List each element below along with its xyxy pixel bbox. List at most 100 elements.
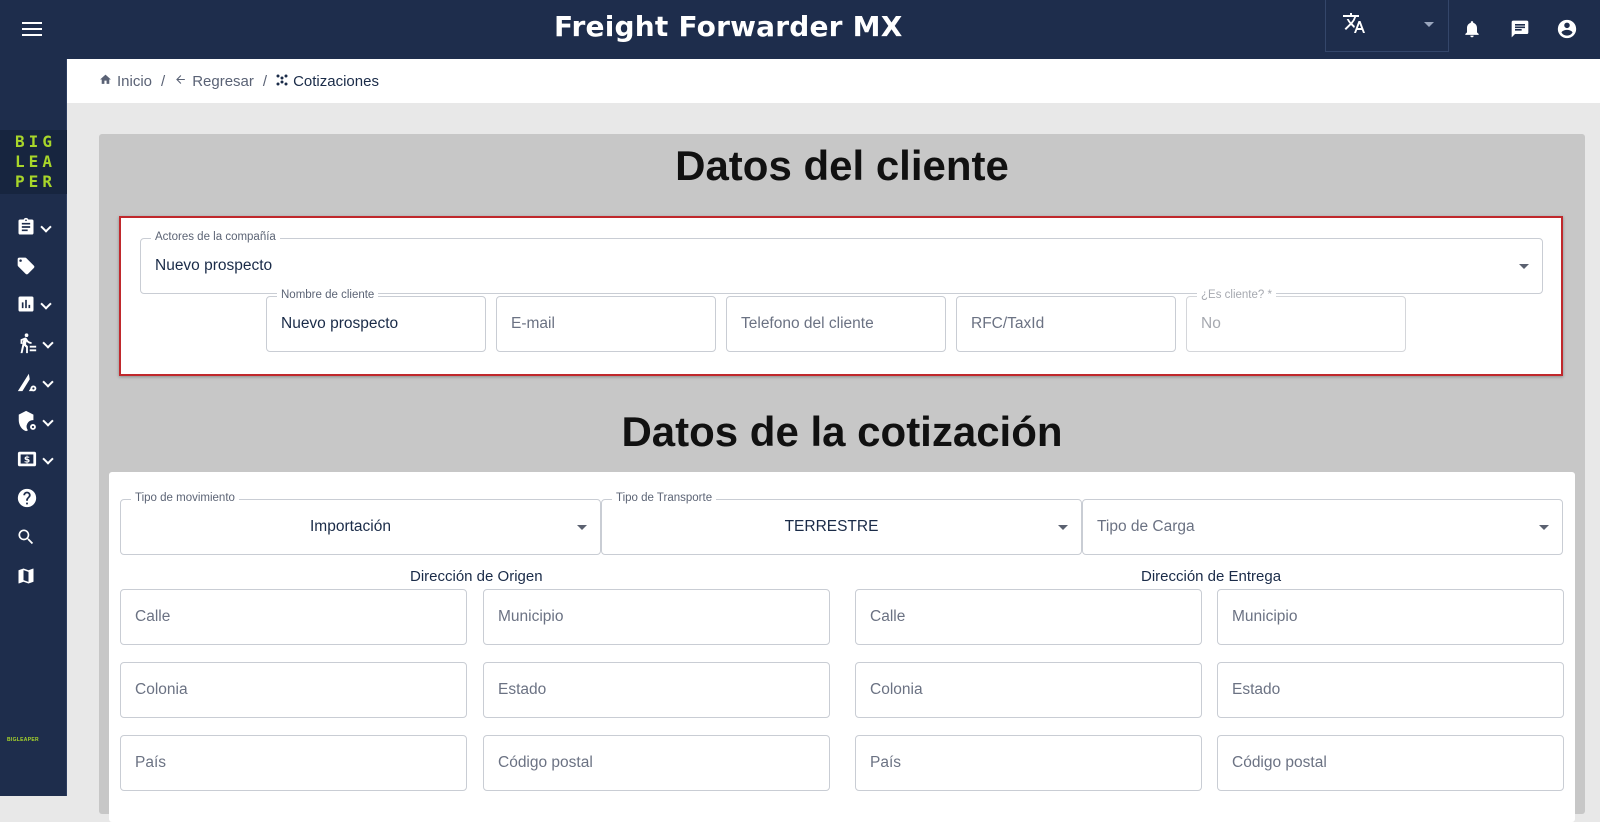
- field-value: Importación: [310, 518, 391, 535]
- delivery-country-field[interactable]: País: [855, 735, 1202, 791]
- field-placeholder: Calle: [870, 608, 906, 625]
- chevron-down-icon: [42, 453, 54, 465]
- field-placeholder: Estado: [498, 681, 547, 698]
- chevron-down-icon: [42, 337, 54, 349]
- help-icon: [16, 487, 38, 514]
- client-name-field[interactable]: Nombre de cliente Nuevo prospecto: [266, 289, 486, 352]
- field-value: No: [1201, 315, 1221, 332]
- chat-icon[interactable]: [1505, 14, 1535, 44]
- delivery-neighborhood-field[interactable]: Colonia: [855, 662, 1202, 718]
- sidebar-item-operations[interactable]: [0, 327, 67, 363]
- field-value: Nuevo prospecto: [281, 315, 399, 332]
- breadcrumb-separator: /: [161, 72, 166, 90]
- delivery-state-field[interactable]: Estado: [1217, 662, 1564, 718]
- origin-municipality-field[interactable]: Municipio: [483, 589, 830, 645]
- account-icon[interactable]: [1552, 14, 1582, 44]
- field-label: ¿Es cliente? *: [1197, 289, 1276, 301]
- origin-street-field[interactable]: Calle: [120, 589, 467, 645]
- origin-state-field[interactable]: Estado: [483, 662, 830, 718]
- chevron-down-icon: [42, 376, 54, 388]
- sidebar-item-billing[interactable]: $: [0, 443, 67, 479]
- chevron-down-icon: [1519, 264, 1529, 269]
- origin-zip-field[interactable]: Código postal: [483, 735, 830, 791]
- field-placeholder: País: [870, 754, 902, 771]
- top-app-bar: Freight Forwarder MX: [0, 0, 1600, 59]
- dots-icon: [276, 73, 288, 90]
- sidebar-item-reports[interactable]: [0, 288, 67, 324]
- field-value: TERRESTRE: [784, 518, 879, 535]
- origin-neighborhood-field[interactable]: Colonia: [120, 662, 467, 718]
- sidebar-item-search[interactable]: [0, 521, 67, 557]
- field-label: Nombre de cliente: [277, 289, 379, 301]
- sidebar-item-routes[interactable]: [0, 366, 67, 402]
- menu-icon[interactable]: [18, 15, 46, 43]
- transport-type-select[interactable]: Tipo de Transporte TERRESTRE: [601, 492, 1082, 555]
- clipboard-icon: [16, 217, 36, 242]
- actors-select[interactable]: Actores de la compañía Nuevo prospecto: [140, 231, 1543, 294]
- logo-line: PER: [15, 172, 56, 191]
- field-label: Actores de la compañía: [151, 231, 280, 243]
- home-icon: [99, 73, 112, 90]
- app-title: Freight Forwarder MX: [554, 10, 903, 43]
- sidebar-item-tags[interactable]: [0, 250, 67, 286]
- arrow-left-icon: [174, 73, 187, 90]
- walk-icon: [16, 332, 38, 359]
- chart-icon: [16, 294, 36, 319]
- quote-heading: Datos de la cotización: [621, 408, 1063, 455]
- is-client-field: ¿Es cliente? * No: [1186, 289, 1406, 352]
- svg-text:$: $: [24, 455, 30, 465]
- field-label: Tipo de Transporte: [612, 492, 717, 504]
- breadcrumb-label: Inicio: [117, 72, 153, 90]
- language-select[interactable]: [1325, 0, 1449, 52]
- chevron-down-icon: [1424, 22, 1434, 27]
- shield-gear-icon: [16, 410, 38, 437]
- sidebar-item-map[interactable]: [0, 560, 67, 596]
- field-placeholder: RFC/TaxId: [971, 315, 1045, 332]
- delivery-street-field[interactable]: Calle: [855, 589, 1202, 645]
- field-placeholder: Municipio: [498, 608, 564, 625]
- sidebar-item-security[interactable]: [0, 405, 67, 441]
- delivery-zip-field[interactable]: Código postal: [1217, 735, 1564, 791]
- field-placeholder: Telefono del cliente: [741, 315, 874, 332]
- field-placeholder: Código postal: [498, 754, 593, 771]
- field-placeholder: Calle: [135, 608, 171, 625]
- chevron-down-icon: [1058, 525, 1068, 530]
- email-field[interactable]: E-mail: [496, 296, 716, 352]
- delivery-municipality-field[interactable]: Municipio: [1217, 589, 1564, 645]
- sidebar-item-quotes[interactable]: [0, 211, 67, 247]
- chevron-down-icon: [40, 221, 52, 233]
- cargo-type-select[interactable]: Tipo de Carga: [1082, 499, 1563, 555]
- road-gear-icon: [16, 371, 38, 398]
- translate-icon: [1342, 11, 1366, 40]
- field-placeholder: País: [135, 754, 167, 771]
- search-icon: [16, 527, 36, 552]
- phone-field[interactable]: Telefono del cliente: [726, 296, 946, 352]
- field-value: Nuevo prospecto: [155, 257, 273, 274]
- sidebar-item-help[interactable]: [0, 482, 67, 518]
- field-placeholder: Código postal: [1232, 754, 1327, 771]
- movement-type-select[interactable]: Tipo de movimiento Importación: [120, 492, 601, 555]
- field-label: Tipo de movimiento: [131, 492, 239, 504]
- bell-icon[interactable]: [1457, 14, 1487, 44]
- breadcrumb-label: Regresar: [192, 72, 254, 90]
- breadcrumb-current: Cotizaciones: [276, 73, 379, 90]
- delivery-title: Dirección de Entrega: [1141, 568, 1282, 585]
- client-form: Actores de la compañía Nuevo prospecto N…: [119, 216, 1563, 376]
- chevron-down-icon: [577, 525, 587, 530]
- main-panel: Datos del cliente Actores de la compañía…: [99, 134, 1585, 822]
- chevron-down-icon: [40, 298, 52, 310]
- quote-form: Tipo de movimiento Importación Tipo de T…: [109, 472, 1575, 822]
- field-placeholder: Colonia: [870, 681, 923, 698]
- breadcrumb-home[interactable]: Inicio: [99, 73, 152, 90]
- tag-icon: [16, 256, 36, 281]
- field-placeholder: Estado: [1232, 681, 1281, 698]
- breadcrumb-label: Cotizaciones: [293, 72, 379, 90]
- origin-country-field[interactable]: País: [120, 735, 467, 791]
- field-placeholder: Colonia: [135, 681, 188, 698]
- sidebar: BIG LEA PER $ BIGLEAPER: [0, 59, 67, 796]
- origin-title: Dirección de Origen: [410, 568, 543, 585]
- breadcrumb-back[interactable]: Regresar: [174, 73, 254, 90]
- map-icon: [16, 566, 36, 591]
- rfc-field[interactable]: RFC/TaxId: [956, 296, 1176, 352]
- chevron-down-icon: [42, 415, 54, 427]
